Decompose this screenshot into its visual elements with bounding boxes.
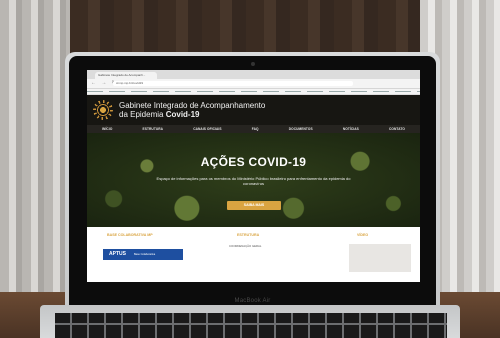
nav-contato[interactable]: CONTATO bbox=[389, 127, 405, 131]
section-heading-estrutura: ESTRUTURA bbox=[237, 233, 260, 237]
hero-title: AÇÕES COVID-19 bbox=[200, 155, 307, 169]
site-title-prefix: da Epidemia bbox=[119, 110, 166, 119]
browser-address-bar: ← → ↻ cnmp.mp.br/covid19 bbox=[87, 79, 420, 89]
hero-subtitle: Espaço de informações para os membros do… bbox=[156, 176, 351, 186]
left-curtain bbox=[0, 0, 70, 300]
aptus-caption: Base Colaborativa bbox=[133, 253, 156, 256]
site-header: Gabinete Integrado de Acompanhamento da … bbox=[87, 95, 420, 125]
nav-inicio[interactable]: INÍCIO bbox=[102, 127, 112, 131]
site-title-line2: da Epidemia Covid-19 bbox=[119, 110, 200, 119]
nav-estrutura[interactable]: ESTRUTURA bbox=[143, 127, 164, 131]
site-title-bold: Covid-19 bbox=[165, 110, 200, 119]
content-columns: BASE COLABORATIVA MP ESTRUTURA VÍDEO COO… bbox=[87, 227, 420, 274]
section-heading-base-colaborativa: BASE COLABORATIVA MP bbox=[107, 233, 153, 237]
hero-banner: AÇÕES COVID-19 Espaço de informações par… bbox=[87, 133, 420, 227]
nav-noticias[interactable]: NOTÍCIAS bbox=[343, 127, 359, 131]
aptus-banner[interactable]: APTUS Base Colaborativa bbox=[103, 249, 183, 260]
section-heading-video: VÍDEO bbox=[357, 233, 369, 237]
nav-faq[interactable]: FAQ bbox=[252, 127, 259, 131]
saiba-mais-button[interactable]: SAIBA MAIS bbox=[227, 201, 281, 210]
browser-tab-bar: Gabinete Integrado de Acompanh... bbox=[87, 70, 420, 79]
aptus-logo: APTUS bbox=[109, 251, 126, 257]
nav-documentos[interactable]: DOCUMENTOS bbox=[289, 127, 313, 131]
laptop-brand-label: MacBook Air bbox=[234, 298, 271, 304]
camera-dot bbox=[250, 62, 255, 66]
photo-scene: MacBook Air Gabinete Integrado de Acompa… bbox=[0, 0, 500, 338]
video-thumbnail[interactable] bbox=[349, 244, 411, 272]
coordenacao-geral-label: COORDENAÇÃO GERAL bbox=[229, 244, 262, 248]
laptop-screen: Gabinete Integrado de Acompanh... ← → ↻ … bbox=[87, 70, 420, 282]
site-logo-icon[interactable] bbox=[95, 102, 111, 118]
keyboard bbox=[55, 313, 447, 338]
nav-canais-oficiais[interactable]: CANAIS OFICIAIS bbox=[193, 127, 221, 131]
site-nav: INÍCIO ESTRUTURA CANAIS OFICIAIS FAQ DOC… bbox=[87, 125, 420, 133]
browser-tab[interactable]: Gabinete Integrado de Acompanh... bbox=[95, 72, 157, 79]
site-title-line1: Gabinete Integrado de Acompanhamento bbox=[119, 101, 266, 110]
url-field[interactable]: cnmp.mp.br/covid19 bbox=[113, 81, 353, 86]
